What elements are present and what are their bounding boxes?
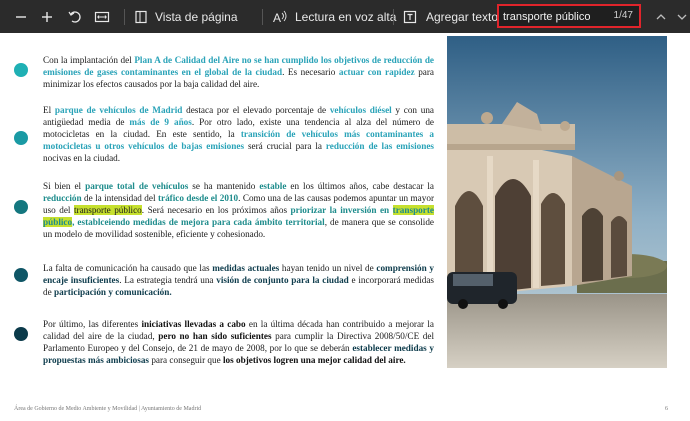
emphasized-text: estable [259, 181, 287, 191]
body-text: . La estrategia tendrá una [119, 274, 217, 285]
body-text: se ha mantenido [188, 181, 260, 191]
body-text: . Será necesario en los próximos años [141, 204, 291, 215]
emphasized-text: participación y comunicación. [53, 286, 172, 297]
emphasized-text: , establceiendo medidas de mejora para c… [72, 216, 325, 227]
emphasized-text: tráfico desde el 2010 [157, 192, 239, 203]
plus-icon [42, 11, 52, 22]
bullet-dot [14, 63, 28, 77]
find-in-document-box: 1/47 [497, 4, 641, 28]
emphasized-text: vehículos diésel [329, 105, 392, 115]
body-text: destaca por el elevado porcentaje de [182, 105, 330, 115]
text-box-icon [403, 10, 417, 23]
body-text: hayan tenido un nivel de [279, 263, 377, 273]
bullet-dot [14, 327, 28, 341]
minus-icon [16, 15, 26, 18]
body-text: Si bien el [43, 181, 86, 191]
paragraph: El parque de vehículos de Madrid destaca… [43, 105, 434, 165]
bullet-dot [14, 200, 28, 214]
body-text: . Es necesario [282, 66, 339, 77]
paragraph: Con la implantación del Plan A de Calida… [43, 55, 434, 91]
emphasized-text: iniciativas llevadas a cabo [141, 319, 246, 329]
page-number: 6 [665, 406, 668, 412]
emphasized-text: parque de vehículos de Madrid [54, 105, 183, 115]
emphasized-text: pero no han sido suficientes [158, 330, 272, 341]
search-result-count: 1/47 [613, 10, 633, 21]
puerta-de-alcala-photo [447, 36, 667, 368]
read-aloud-button[interactable]: A Lectura en voz alta [272, 0, 396, 33]
emphasized-text: priorizar la inversión en [290, 204, 393, 215]
bullet-dot [14, 131, 28, 145]
toolbar-divider [124, 9, 125, 25]
emphasized-text: transporte público [73, 204, 142, 215]
page-view-label: Vista de página [155, 9, 238, 24]
read-aloud-icon: A [273, 10, 287, 24]
body-text: para conseguir que [149, 354, 223, 365]
emphasized-text: visión de conjunto para la ciudad [216, 274, 349, 285]
chevron-up-icon [656, 13, 666, 19]
rotate-icon [68, 10, 81, 23]
body-text: nocivas en la ciudad. [43, 152, 121, 163]
body-text: El [43, 105, 55, 115]
svg-text:A: A [273, 11, 281, 24]
body-text: en los últimos años, cabe destacar la [286, 181, 434, 191]
zoom-out-button[interactable] [14, 0, 28, 33]
read-aloud-label: Lectura en voz alta [295, 9, 397, 24]
emphasized-text: medidas actuales [212, 263, 280, 273]
emphasized-text: reducción [43, 192, 82, 203]
emphasized-text: los objetivos logren una mejor calidad d… [223, 354, 406, 365]
page-view-icon [135, 10, 147, 23]
previous-result-button[interactable] [655, 0, 667, 33]
paragraph: Por último, las diferentes iniciativas l… [43, 319, 434, 367]
fit-width-icon [94, 11, 110, 22]
emphasized-text: actuar con rapidez [338, 66, 415, 77]
page-view-button[interactable]: Vista de página [134, 0, 238, 33]
add-text-button[interactable]: Agregar texto [403, 0, 498, 33]
rotate-button[interactable] [67, 0, 83, 33]
body-text: de la intensidad del [81, 192, 158, 203]
body-text: será crucial para la [244, 140, 326, 151]
fit-width-button[interactable] [94, 0, 110, 33]
pdf-page: Con la implantación del Plan A de Calida… [0, 33, 690, 421]
zoom-in-button[interactable] [40, 0, 54, 33]
add-text-label: Agregar texto [426, 9, 499, 24]
footer-text: Área de Gobierno de Medio Ambiente y Mov… [14, 406, 202, 412]
chevron-down-icon [677, 14, 687, 20]
bullet-dot [14, 268, 28, 282]
body-text: Con la implantación del [43, 55, 135, 65]
search-input[interactable] [503, 9, 603, 24]
body-text: Por último, las diferentes [43, 319, 142, 329]
emphasized-text: más de 9 años [129, 116, 192, 127]
emphasized-text: reducción de las emisiones [325, 140, 434, 151]
next-result-button[interactable] [676, 0, 688, 33]
emphasized-text: parque total de vehículos [85, 181, 189, 191]
body-text: La falta de comunicación ha causado que … [43, 263, 213, 273]
toolbar-divider [262, 9, 263, 25]
toolbar-divider [393, 9, 394, 25]
paragraph: La falta de comunicación ha causado que … [43, 263, 434, 299]
paragraph: Si bien el parque total de vehículos se … [43, 181, 434, 241]
pdf-toolbar: Vista de página A Lectura en voz alta Ag… [0, 0, 690, 33]
